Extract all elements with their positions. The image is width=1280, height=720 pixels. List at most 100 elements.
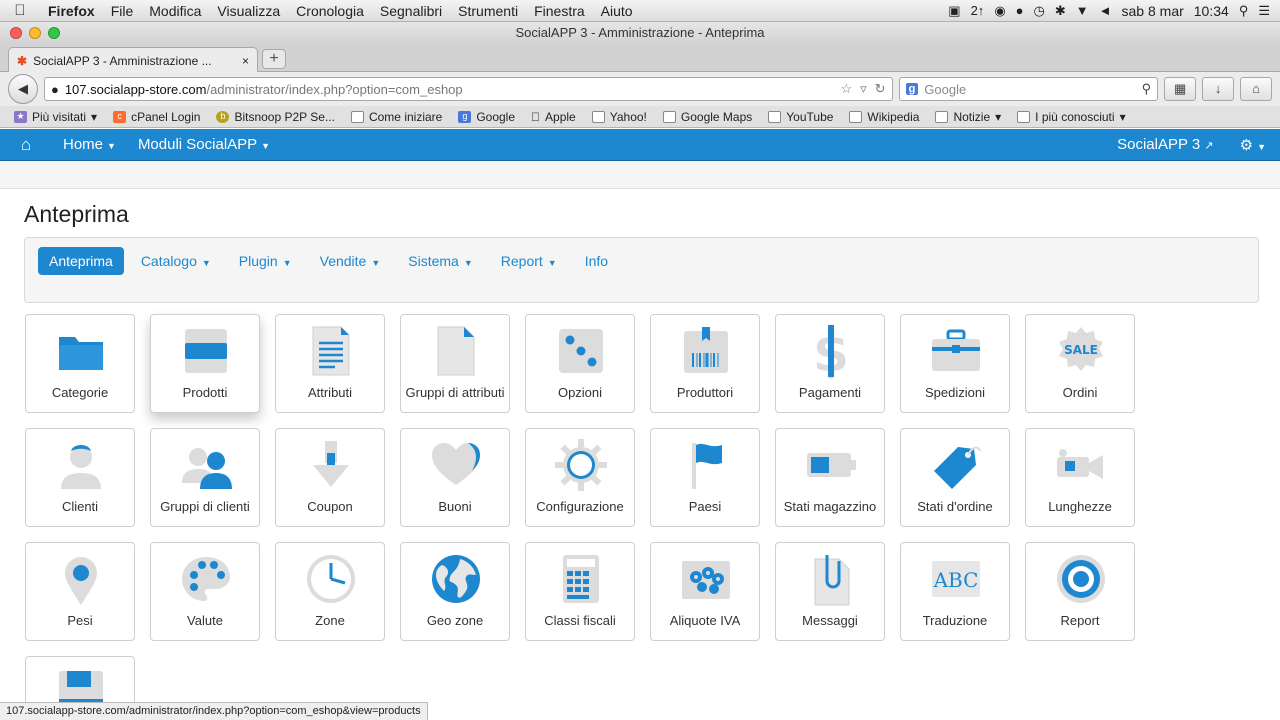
tile-prodotti[interactable]: Prodotti: [150, 314, 260, 413]
tile-clienti[interactable]: Clienti: [25, 428, 135, 527]
tile-messaggi[interactable]: Messaggi: [775, 542, 885, 641]
spotlight-icon[interactable]: ⚲: [1239, 3, 1249, 19]
url-bar[interactable]: ● 107.socialapp-store.com/administrator/…: [43, 77, 893, 101]
zoom-window-button[interactable]: [48, 27, 60, 39]
tab-catalogo[interactable]: Catalogo ▼: [130, 247, 222, 275]
tile-zone[interactable]: Zone: [275, 542, 385, 641]
back-button[interactable]: ◀: [8, 74, 38, 104]
tile-ordini[interactable]: SALE Ordini: [1025, 314, 1135, 413]
clock-time[interactable]: 10:34: [1194, 3, 1229, 19]
status-count[interactable]: 2↑: [971, 3, 985, 18]
tile-produttori[interactable]: Produttori: [650, 314, 760, 413]
bookmark-wikipedia[interactable]: Wikipedia: [849, 110, 919, 124]
caret-down-icon: ▼: [371, 258, 381, 268]
folder-icon: [935, 110, 949, 123]
clock-date[interactable]: sab 8 mar: [1122, 3, 1184, 19]
tile-aliquote-iva[interactable]: Aliquote IVA: [650, 542, 760, 641]
time-machine-icon[interactable]: ◷: [1034, 3, 1045, 19]
menu-strumenti[interactable]: Strumenti: [450, 3, 526, 19]
tab-sistema[interactable]: Sistema ▼: [397, 247, 484, 275]
bookmark-notizie[interactable]: Notizie ▾: [935, 110, 1001, 124]
settings-menu[interactable]: ⚙ ▼: [1240, 136, 1266, 154]
close-tab-icon[interactable]: ×: [242, 54, 249, 68]
downloads-button[interactable]: ↓: [1202, 77, 1235, 101]
tab-report[interactable]: Report ▼: [490, 247, 568, 275]
modules-menu[interactable]: Moduli SocialAPP ▼: [127, 136, 281, 153]
tile-geo-zone[interactable]: Geo zone: [400, 542, 510, 641]
menu-segnalibri[interactable]: Segnalibri: [372, 3, 450, 19]
tile-stati-ordine[interactable]: Stati d'ordine: [900, 428, 1010, 527]
tile-pagamenti[interactable]: $ Pagamenti: [775, 314, 885, 413]
gear-icon: ⚙: [1239, 136, 1254, 154]
wifi-icon[interactable]: ▼: [1076, 3, 1089, 18]
tile-gruppi-attributi[interactable]: Gruppi di attributi: [400, 314, 510, 413]
tile-valute[interactable]: Valute: [150, 542, 260, 641]
bookmark-cpanel[interactable]: c cPanel Login: [113, 110, 200, 124]
site-identity-icon[interactable]: ●: [51, 82, 59, 97]
browser-tab[interactable]: ✱ SocialAPP 3 - Amministrazione ... ×: [8, 47, 258, 73]
menu-aiuto[interactable]: Aiuto: [593, 3, 641, 19]
svg-text:ABC: ABC: [933, 568, 979, 592]
search-bar[interactable]: g Google ⚲: [898, 77, 1159, 101]
minimize-window-button[interactable]: [29, 27, 41, 39]
tile-lunghezze[interactable]: Lunghezze: [1025, 428, 1135, 527]
close-window-button[interactable]: [10, 27, 22, 39]
tile-opzioni[interactable]: Opzioni: [525, 314, 635, 413]
bookmark-yahoo[interactable]: Yahoo!: [591, 110, 647, 124]
tile-classi-fiscali[interactable]: Classi fiscali: [525, 542, 635, 641]
bookmark-google-maps[interactable]: Google Maps: [662, 110, 752, 124]
menu-app-firefox[interactable]: Firefox: [40, 3, 103, 19]
bluetooth-icon[interactable]: ✱: [1055, 3, 1066, 19]
tile-attributi[interactable]: Attributi: [275, 314, 385, 413]
tile-gruppi-clienti[interactable]: Gruppi di clienti: [150, 428, 260, 527]
tile-coupon[interactable]: Coupon: [275, 428, 385, 527]
home-button[interactable]: ⌂: [1240, 77, 1273, 101]
tile-pesi[interactable]: Pesi: [25, 542, 135, 641]
url-dropdown-icon[interactable]: ▿: [860, 81, 867, 97]
volume-icon[interactable]: ◄: [1099, 3, 1112, 18]
bookmark-come-iniziare[interactable]: Come iniziare: [350, 110, 442, 124]
tile-stati-magazzino[interactable]: Stati magazzino: [775, 428, 885, 527]
tab-anteprima[interactable]: Anteprima: [38, 247, 124, 275]
tile-configurazione[interactable]: Configurazione: [525, 428, 635, 527]
tab-plugin[interactable]: Plugin ▼: [228, 247, 303, 275]
home-menu[interactable]: Home ▼: [52, 136, 127, 153]
bookmark-star-icon[interactable]: ☆: [840, 81, 852, 97]
bookmark-youtube[interactable]: YouTube: [768, 110, 833, 124]
menu-finestra[interactable]: Finestra: [526, 3, 593, 19]
tab-info[interactable]: Info: [574, 247, 619, 275]
tile-paesi[interactable]: Paesi: [650, 428, 760, 527]
chat-icon[interactable]: ●: [1016, 3, 1024, 18]
camera-icon[interactable]: ◉: [994, 3, 1005, 19]
menu-file[interactable]: File: [103, 3, 142, 19]
flag-icon: [692, 443, 722, 489]
reload-icon[interactable]: ↻: [875, 81, 886, 97]
tile-categorie[interactable]: Categorie: [25, 314, 135, 413]
bookmarks-menu-button[interactable]: ▦: [1164, 77, 1197, 101]
tile-spedizioni[interactable]: Spedizioni: [900, 314, 1010, 413]
clock-icon: [307, 555, 355, 603]
bookmark-piu-conosciuti[interactable]: I più conosciuti ▾: [1017, 110, 1126, 124]
tab-vendite[interactable]: Vendite ▼: [309, 247, 392, 275]
bookmark-google[interactable]: g Google: [458, 110, 515, 124]
new-tab-button[interactable]: +: [262, 49, 286, 69]
menu-cronologia[interactable]: Cronologia: [288, 3, 372, 19]
menu-modifica[interactable]: Modifica: [141, 3, 209, 19]
bookmark-apple[interactable]: Apple: [531, 110, 576, 124]
cpanel-icon: c: [113, 110, 127, 123]
notification-center-icon[interactable]: ☰: [1258, 3, 1270, 19]
tile-report[interactable]: Report: [1025, 542, 1135, 641]
home-icon[interactable]: ⌂: [0, 135, 52, 155]
bookmark-bitsnoop[interactable]: b Bitsnoop P2P Se...: [216, 110, 335, 124]
google-search-engine-icon[interactable]: g: [905, 83, 919, 95]
mirroring-icon[interactable]: ▣: [948, 3, 960, 19]
search-icon[interactable]: ⚲: [1142, 81, 1152, 97]
browser-tab-title: SocialAPP 3 - Amministrazione ...: [33, 53, 212, 68]
folder-icon: [1017, 110, 1031, 123]
apple-icon[interactable]: : [0, 2, 40, 19]
tile-traduzione[interactable]: ABC Traduzione: [900, 542, 1010, 641]
site-link[interactable]: SocialAPP 3 ↗: [1117, 136, 1214, 153]
menu-visualizza[interactable]: Visualizza: [209, 3, 288, 19]
bookmark-piu-visitati[interactable]: ★ Più visitati ▾: [14, 110, 97, 124]
tile-buoni[interactable]: Buoni: [400, 428, 510, 527]
